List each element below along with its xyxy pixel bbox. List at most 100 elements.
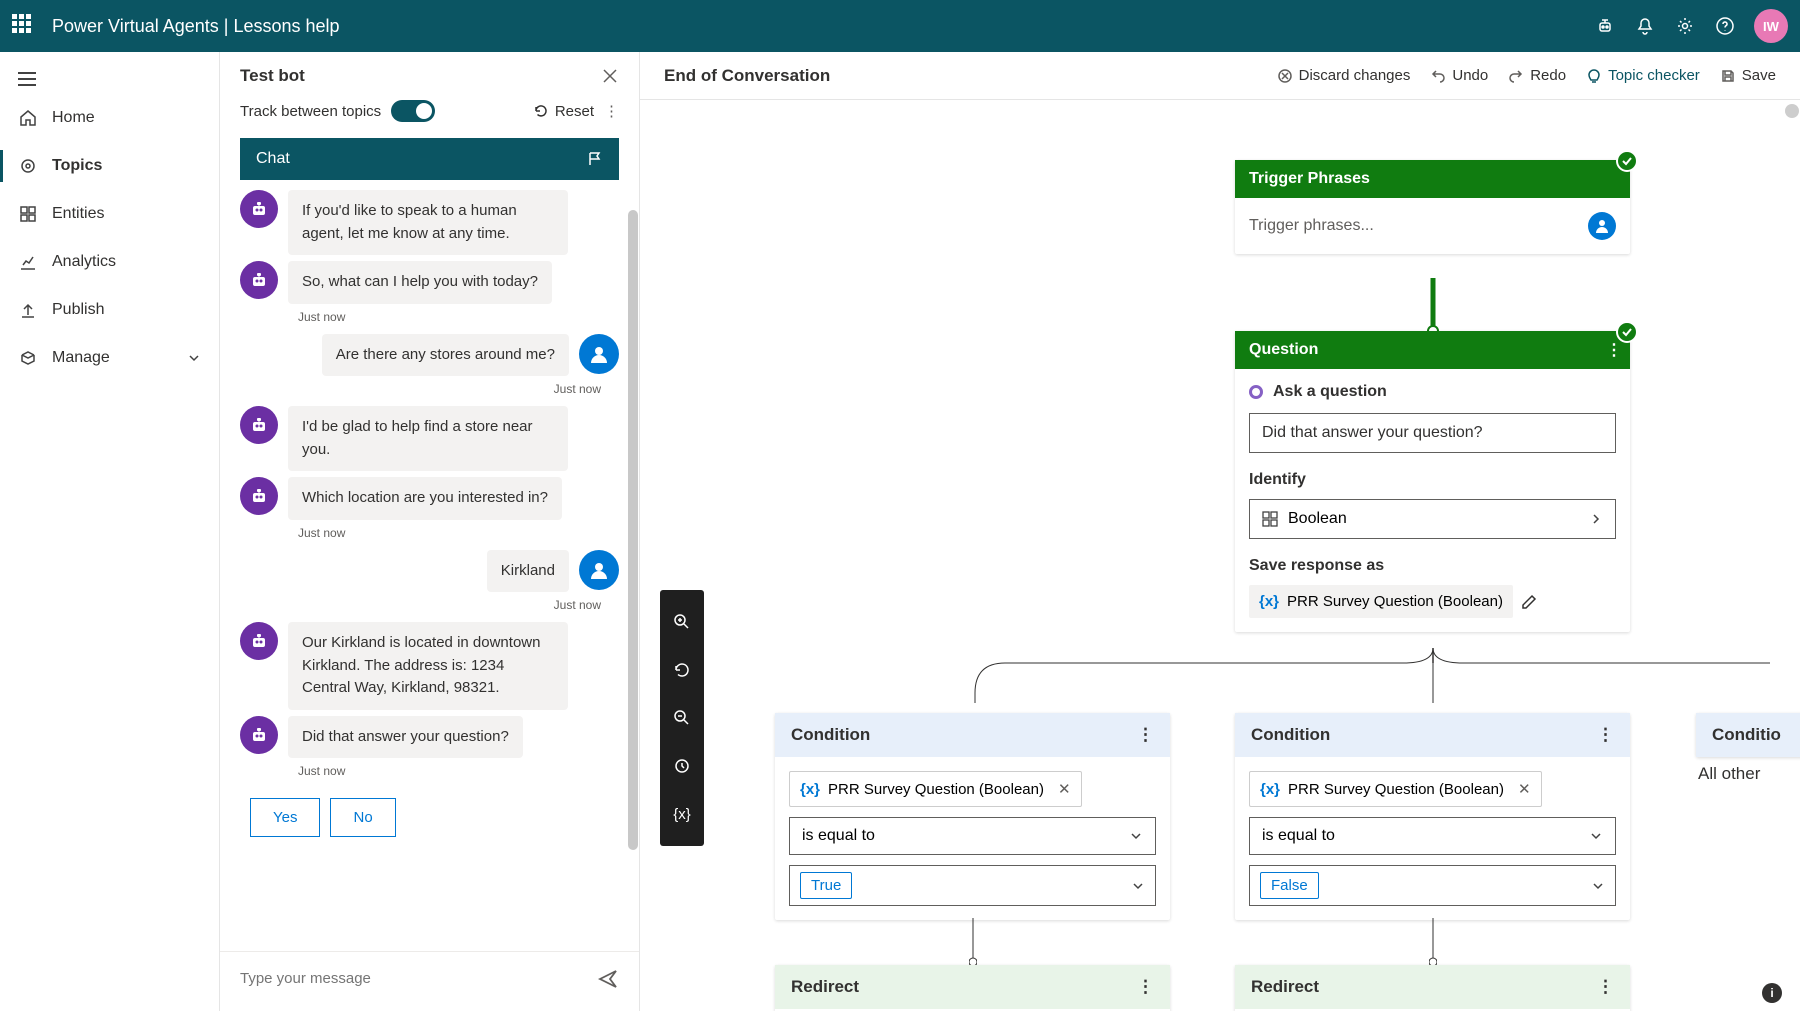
canvas-title: End of Conversation	[664, 66, 1277, 86]
close-icon[interactable]	[601, 67, 619, 85]
remove-icon[interactable]: ✕	[1058, 780, 1071, 798]
discard-button[interactable]: Discard changes	[1277, 67, 1411, 84]
info-icon[interactable]: i	[1762, 983, 1782, 1003]
canvas-body[interactable]: {x} Trigger Phrases Trigger phrases...	[640, 100, 1800, 1011]
node-header: Redirect ⋮	[1235, 965, 1630, 1009]
zoom-in-icon[interactable]	[660, 598, 704, 646]
message-bubble: So, what can I help you with today?	[288, 261, 552, 304]
nav-label: Home	[52, 109, 95, 127]
bot-message: So, what can I help you with today?	[240, 261, 619, 304]
undo-button[interactable]: Undo	[1430, 67, 1488, 84]
trigger-phrases-node[interactable]: Trigger Phrases Trigger phrases...	[1235, 160, 1630, 254]
nav-publish[interactable]: Publish	[0, 286, 219, 334]
more-icon[interactable]: ⋮	[604, 102, 619, 120]
message-bubble: If you'd like to speak to a human agent,…	[288, 190, 568, 255]
notifications-icon[interactable]	[1634, 15, 1656, 37]
track-toggle[interactable]	[391, 100, 435, 122]
bot-message: Which location are you interested in?	[240, 477, 619, 520]
remove-icon[interactable]: ✕	[1518, 780, 1531, 798]
condition-variable[interactable]: {x}PRR Survey Question (Boolean)✕	[1249, 771, 1542, 807]
canvas-actions: Discard changes Undo Redo Topic checker …	[1277, 67, 1776, 84]
quick-reply-no[interactable]: No	[330, 798, 395, 837]
nav-manage[interactable]: Manage	[0, 334, 219, 382]
identify-select[interactable]: Boolean	[1249, 499, 1616, 539]
help-icon[interactable]	[1714, 15, 1736, 37]
quick-reply-yes[interactable]: Yes	[250, 798, 320, 837]
nav-entities[interactable]: Entities	[0, 190, 219, 238]
track-label: Track between topics	[240, 103, 381, 120]
bot-message: Our Kirkland is located in downtown Kirk…	[240, 622, 619, 710]
edit-icon[interactable]	[1521, 594, 1537, 610]
manage-icon	[18, 348, 38, 368]
more-icon[interactable]: ⋮	[1137, 977, 1154, 997]
refresh-icon[interactable]	[660, 646, 704, 694]
home-icon	[18, 108, 38, 128]
node-header: Question ⋮	[1235, 331, 1630, 369]
redo-button[interactable]: Redo	[1508, 67, 1566, 84]
redirect-node-2[interactable]: Redirect ⋮ Confirmed Failure	[1235, 965, 1630, 1011]
nav-topics[interactable]: Topics	[0, 142, 219, 190]
save-button[interactable]: Save	[1720, 67, 1776, 84]
nav-label: Analytics	[52, 253, 116, 271]
hamburger-button[interactable]	[0, 64, 219, 94]
message-input[interactable]	[240, 962, 587, 995]
node-body: Ask a question Did that answer your ques…	[1235, 369, 1630, 632]
trigger-input[interactable]: Trigger phrases...	[1235, 198, 1630, 254]
operator-select[interactable]: is equal to	[789, 817, 1156, 855]
message-bubble: Did that answer your question?	[288, 716, 523, 759]
flag-icon[interactable]	[587, 151, 603, 167]
settings-icon[interactable]	[1674, 15, 1696, 37]
history-icon[interactable]	[660, 742, 704, 790]
variables-icon[interactable]: {x}	[660, 790, 704, 838]
publish-icon	[18, 300, 38, 320]
track-row: Track between topics Reset ⋮	[220, 100, 639, 138]
canvas-scrollbar[interactable]	[1784, 100, 1800, 1011]
question-text-input[interactable]: Did that answer your question?	[1249, 413, 1616, 453]
test-header: Test bot	[220, 52, 639, 100]
more-icon[interactable]: ⋮	[1597, 725, 1614, 745]
message-bubble: Are there any stores around me?	[322, 334, 569, 377]
zoom-out-icon[interactable]	[660, 694, 704, 742]
waffle-icon[interactable]	[12, 14, 36, 38]
chat-body: If you'd like to speak to a human agent,…	[220, 180, 639, 951]
reset-button[interactable]: Reset	[533, 103, 594, 120]
condition-node-2[interactable]: Condition ⋮ {x}PRR Survey Question (Bool…	[1235, 713, 1630, 920]
identify-label: Identify	[1249, 471, 1616, 489]
nav-analytics[interactable]: Analytics	[0, 238, 219, 286]
nav-home[interactable]: Home	[0, 94, 219, 142]
variable-chip[interactable]: {x}PRR Survey Question (Boolean)	[1249, 585, 1513, 618]
bot-message: Did that answer your question?	[240, 716, 619, 759]
node-header: Condition ⋮	[775, 713, 1170, 757]
timestamp: Just now	[240, 382, 601, 396]
entities-icon	[18, 204, 38, 224]
check-icon	[1616, 150, 1638, 172]
node-header: Redirect ⋮	[775, 965, 1170, 1009]
more-icon[interactable]: ⋮	[1606, 340, 1622, 360]
question-node[interactable]: Question ⋮ Ask a question Did that answe…	[1235, 331, 1630, 632]
more-icon[interactable]: ⋮	[1597, 977, 1614, 997]
more-icon[interactable]: ⋮	[1137, 725, 1154, 745]
redirect-node-1[interactable]: Redirect ⋮ Confirmed Success	[775, 965, 1170, 1011]
condition-node-1[interactable]: Condition ⋮ {x}PRR Survey Question (Bool…	[775, 713, 1170, 920]
condition-variable[interactable]: {x}PRR Survey Question (Boolean)✕	[789, 771, 1082, 807]
value-select[interactable]: False	[1249, 865, 1616, 906]
message-bubble: Our Kirkland is located in downtown Kirk…	[288, 622, 568, 710]
bot-icon[interactable]	[1594, 15, 1616, 37]
analytics-icon	[18, 252, 38, 272]
save-response-label: Save response as	[1249, 557, 1616, 575]
topic-checker-button[interactable]: Topic checker	[1586, 67, 1700, 84]
bot-avatar-icon	[240, 190, 278, 228]
nav-label: Manage	[52, 349, 110, 367]
user-message: Are there any stores around me?	[240, 334, 619, 377]
value-select[interactable]: True	[789, 865, 1156, 906]
message-input-row	[220, 951, 639, 1011]
send-icon[interactable]	[597, 968, 619, 990]
bot-avatar-icon	[240, 477, 278, 515]
chat-scrollbar[interactable]	[628, 180, 638, 951]
chat-header: Chat	[240, 138, 619, 180]
operator-select[interactable]: is equal to	[1249, 817, 1616, 855]
nav-label: Topics	[52, 157, 102, 175]
timestamp: Just now	[240, 598, 601, 612]
message-bubble: Which location are you interested in?	[288, 477, 562, 520]
user-avatar[interactable]: IW	[1754, 9, 1788, 43]
